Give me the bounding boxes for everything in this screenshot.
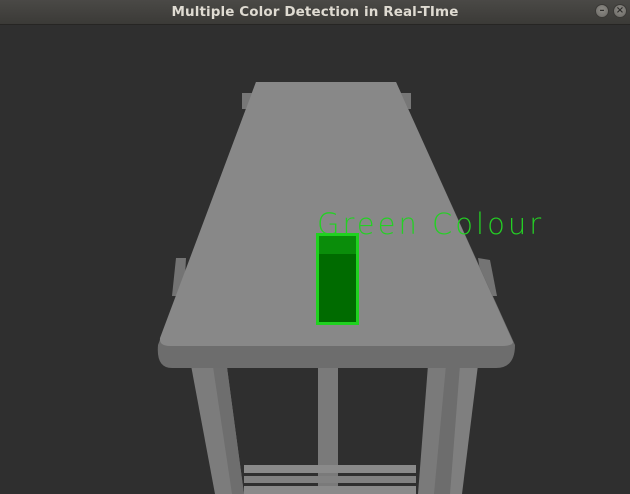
close-button[interactable]: × bbox=[613, 4, 627, 18]
camera-viewport bbox=[0, 25, 630, 494]
table-legs bbox=[190, 360, 478, 494]
minimize-button[interactable]: – bbox=[595, 4, 609, 18]
detected-object bbox=[318, 236, 357, 324]
window-titlebar[interactable]: Multiple Color Detection in Real-TIme – … bbox=[0, 0, 630, 25]
close-icon: × bbox=[615, 5, 625, 16]
scene-render bbox=[157, 82, 515, 494]
detection-label: Green Colour bbox=[317, 207, 545, 241]
window-title: Multiple Color Detection in Real-TIme bbox=[171, 4, 459, 20]
minimize-icon: – bbox=[599, 5, 605, 16]
